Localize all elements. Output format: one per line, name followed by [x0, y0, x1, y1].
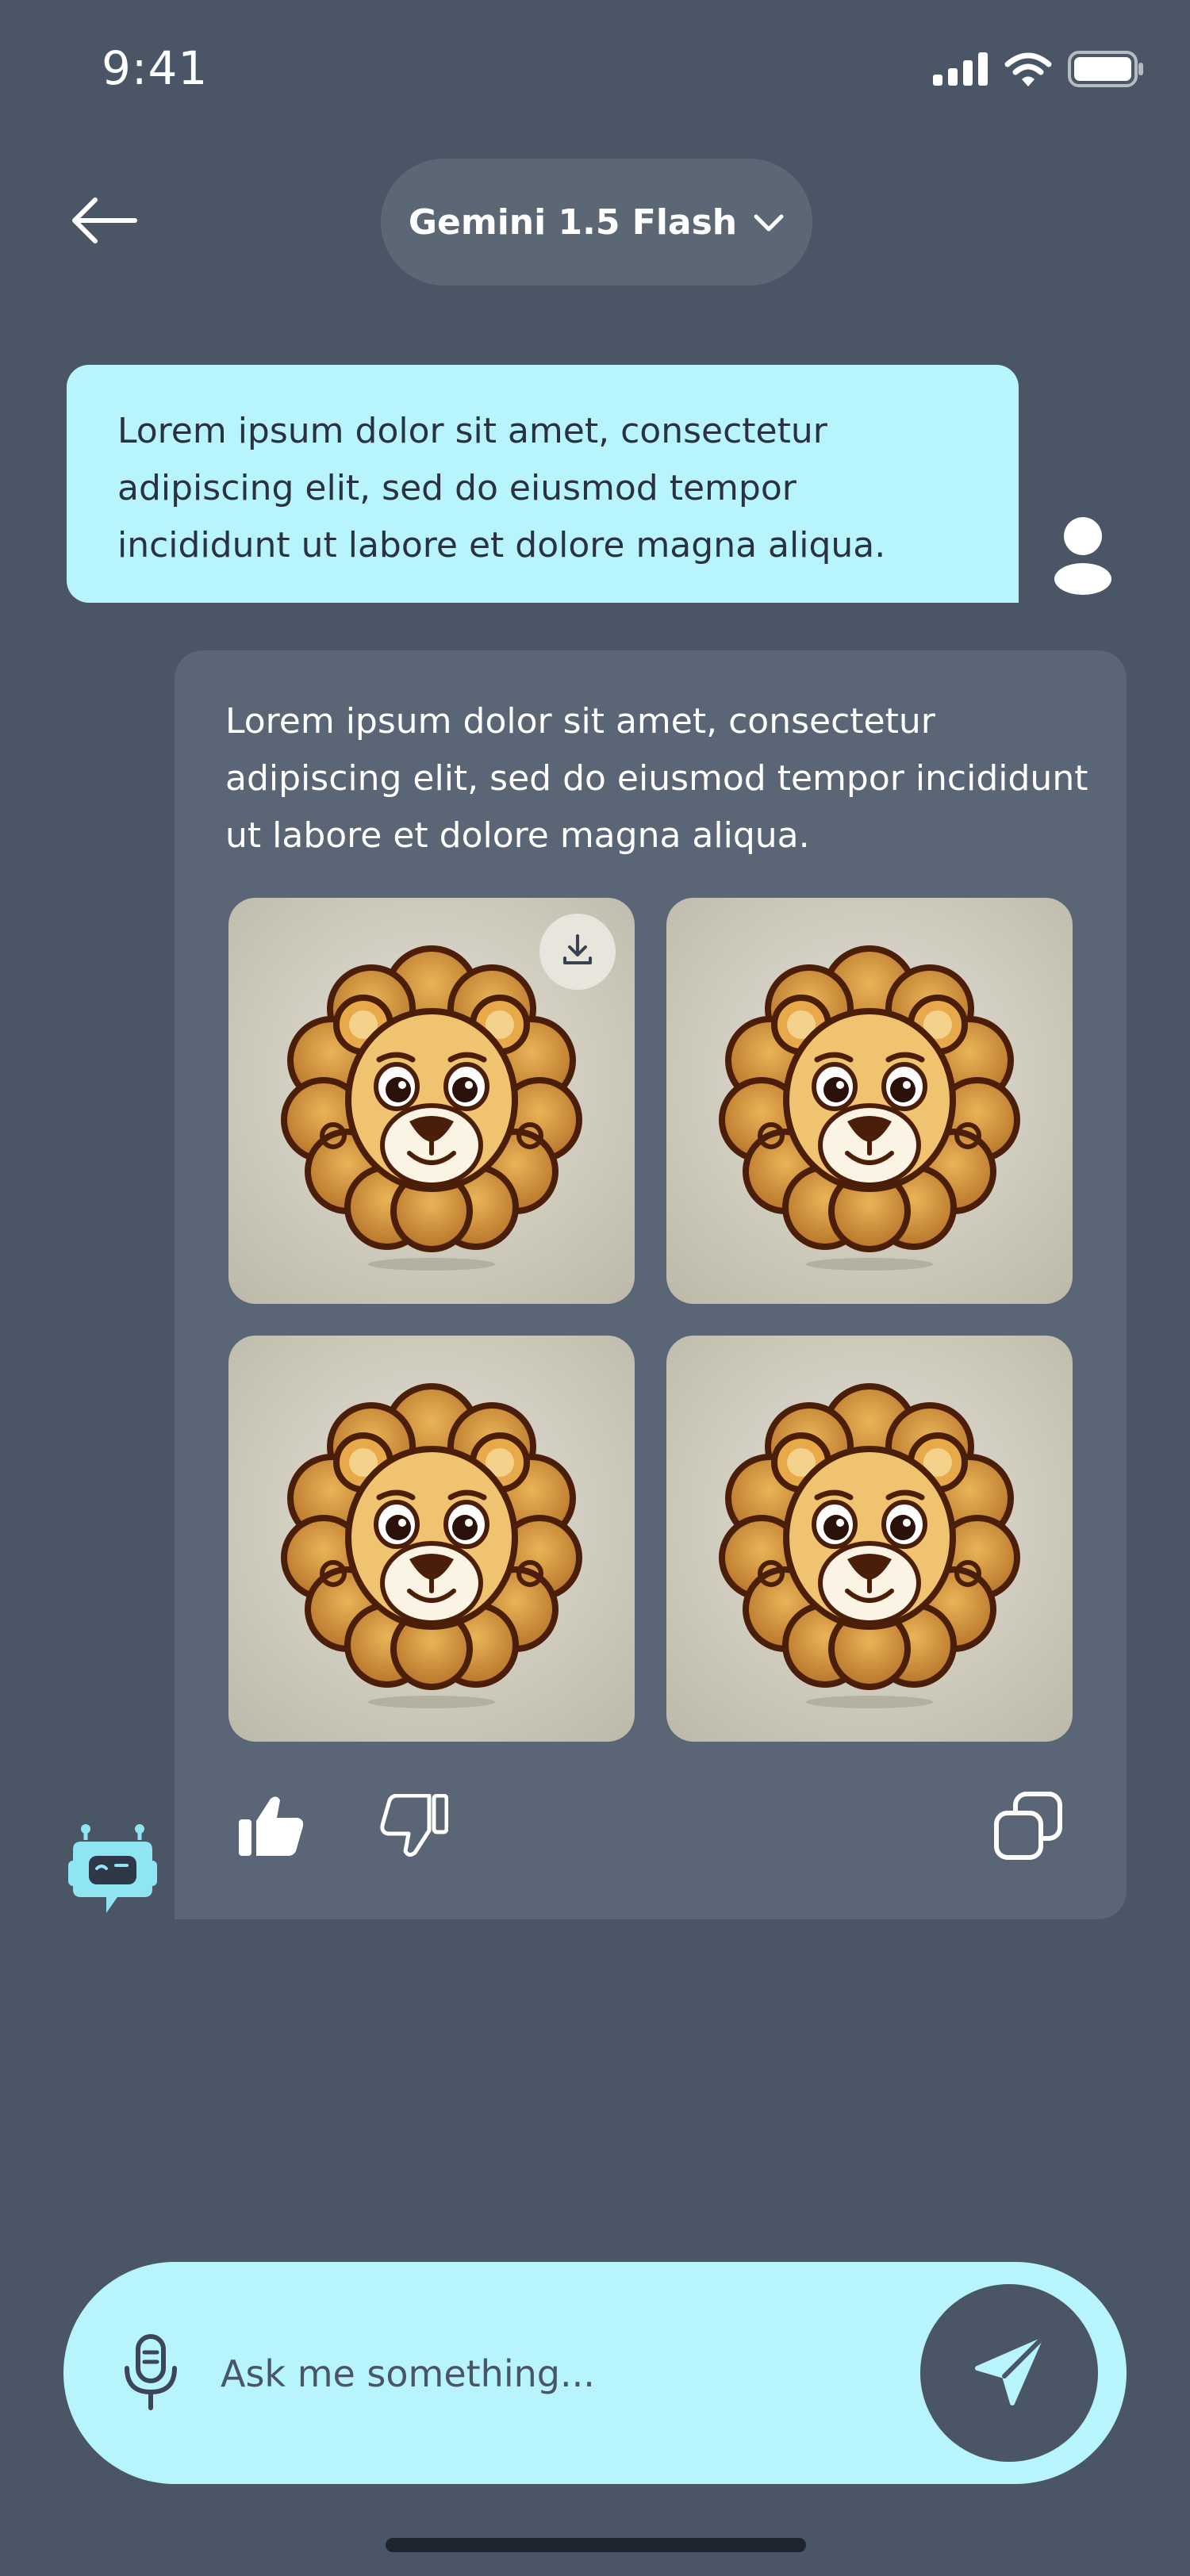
- status-icons: [933, 51, 1144, 90]
- copy-button[interactable]: [992, 1791, 1065, 1864]
- send-button[interactable]: [920, 2284, 1098, 2462]
- model-selector[interactable]: Gemini 1.5 Flash: [381, 159, 812, 286]
- like-button[interactable]: [235, 1792, 308, 1862]
- send-icon: [971, 2333, 1047, 2413]
- robot-icon: [65, 1824, 160, 1922]
- cellular-signal-icon: [933, 52, 988, 89]
- back-button[interactable]: [65, 190, 144, 254]
- message-input[interactable]: [219, 2344, 889, 2404]
- lion-illustration: [666, 898, 1073, 1304]
- generated-image-2[interactable]: [666, 898, 1073, 1304]
- model-selector-label: Gemini 1.5 Flash: [408, 201, 738, 243]
- thumbs-down-icon: [380, 1793, 449, 1861]
- wifi-icon: [1004, 52, 1052, 90]
- generated-image-3[interactable]: [228, 1336, 635, 1742]
- download-icon: [559, 931, 597, 972]
- lion-illustration: [228, 1336, 635, 1742]
- chevron-down-icon: [753, 202, 785, 243]
- bot-message-text: Lorem ipsum dolor sit amet, consectetur …: [225, 701, 1088, 856]
- microphone-icon[interactable]: [119, 2332, 182, 2411]
- copy-icon: [993, 1791, 1063, 1864]
- thumbs-up-icon: [237, 1794, 305, 1861]
- battery-icon: [1068, 51, 1144, 90]
- user-icon: [1047, 516, 1119, 595]
- generated-image-4[interactable]: [666, 1336, 1073, 1742]
- user-message-bubble: Lorem ipsum dolor sit amet, consectetur …: [67, 365, 1019, 603]
- home-indicator: [386, 2538, 806, 2552]
- download-button[interactable]: [539, 914, 616, 990]
- status-time: 9:41: [102, 41, 209, 95]
- lion-illustration: [666, 1336, 1073, 1742]
- arrow-left-icon: [71, 197, 138, 247]
- dislike-button[interactable]: [378, 1792, 451, 1862]
